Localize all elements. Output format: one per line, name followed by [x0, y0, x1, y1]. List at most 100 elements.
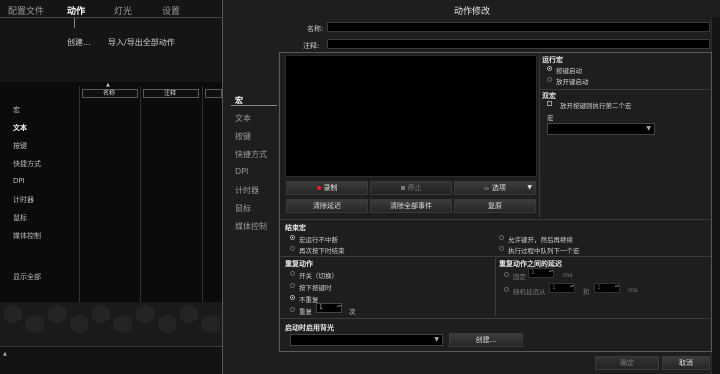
- second-macro-dropdown[interactable]: ▼: [547, 123, 655, 135]
- background-app: 配置文件 动作 灯光 设置 创建... 导入/导出全部动作 ▲ 名称 注释 宏 …: [0, 0, 222, 374]
- subnav-shortcut[interactable]: 快捷方式: [235, 149, 267, 160]
- options-icon: [484, 186, 489, 190]
- repeat-while-pressed-label: 按下按键时: [299, 284, 332, 292]
- column-divider: [140, 86, 141, 302]
- subnav-underline: [231, 105, 277, 106]
- category-timer[interactable]: 计时器: [13, 195, 34, 205]
- ok-button[interactable]: 确定: [595, 356, 659, 370]
- double-macro-checkbox-label: 放开按键则执行第二个宏: [560, 102, 632, 110]
- hex-background-pattern: [0, 302, 222, 346]
- run-on-press-radio[interactable]: [547, 66, 552, 71]
- random-delay-radio[interactable]: [504, 287, 509, 292]
- record-button-label: 录制: [323, 184, 338, 192]
- action-edit-dialog: 动作修改 名称: 注释: 宏 文本 按键 快捷方式 DPI 计时器 鼠标 媒体控…: [222, 0, 720, 374]
- run-on-press-label: 按键启动: [556, 67, 582, 75]
- repeat-toggle-radio[interactable]: [290, 271, 295, 276]
- end-macro-title: 结束宏: [285, 224, 306, 232]
- reset-button[interactable]: 复原: [454, 199, 536, 213]
- top-nav: 配置文件 动作 灯光 设置: [0, 0, 222, 18]
- fixed-delay-radio[interactable]: [504, 272, 509, 277]
- dropdown-chevron-icon: ▼: [527, 184, 532, 191]
- record-dot-icon: [316, 186, 321, 190]
- note-input[interactable]: [327, 39, 710, 49]
- category-shortcut[interactable]: 快捷方式: [13, 159, 41, 169]
- dropdown-chevron-icon: ▼: [646, 125, 651, 132]
- options-button-label: 选项: [492, 184, 506, 192]
- random-delay-label: 随机延迟从: [513, 288, 546, 296]
- end-allow-release-label: 允许键开，然后再继续: [508, 236, 573, 244]
- random-delay-from-stepper[interactable]: 1: [549, 283, 575, 293]
- tab-profiles[interactable]: 配置文件: [8, 4, 44, 17]
- record-button[interactable]: 录制: [286, 181, 368, 195]
- end-no-interrupt-label: 宏运行不中断: [299, 236, 338, 244]
- repeat-toggle-label: 开关（切换）: [299, 272, 338, 280]
- name-input[interactable]: [327, 22, 710, 32]
- repeat-count-stepper[interactable]: 1: [316, 303, 342, 313]
- run-on-release-label: 放开键启动: [556, 78, 589, 86]
- sort-arrow-icon: ▲: [106, 82, 110, 88]
- tab-actions[interactable]: 动作: [67, 4, 85, 17]
- subnav-media[interactable]: 媒体控制: [235, 221, 267, 232]
- startup-light-dropdown[interactable]: ▼: [290, 334, 443, 346]
- tab-indicator: [74, 18, 75, 28]
- double-macro-checkbox[interactable]: [547, 101, 552, 106]
- category-dpi[interactable]: DPI: [13, 177, 25, 185]
- options-button[interactable]: 选项 ▼: [454, 181, 536, 195]
- tab-settings[interactable]: 设置: [162, 4, 180, 17]
- subnav-key[interactable]: 按键: [235, 131, 251, 142]
- end-allow-release-radio[interactable]: [499, 235, 504, 240]
- left-footer: ▲: [0, 346, 222, 374]
- section-divider: [495, 258, 496, 316]
- run-on-release-radio[interactable]: [547, 77, 552, 82]
- stop-button-label: 停止: [407, 184, 422, 192]
- note-label: 注释:: [303, 42, 320, 50]
- section-divider: [539, 89, 711, 90]
- create-link[interactable]: 创建...: [67, 37, 91, 48]
- end-press-again-radio[interactable]: [290, 246, 295, 251]
- category-text[interactable]: 文本: [13, 123, 27, 133]
- macro-event-list[interactable]: [285, 55, 537, 177]
- repeat-count-label: 重复: [299, 308, 312, 316]
- section-divider: [280, 256, 711, 257]
- end-queue-next-label: 执行过程中队列下一个宏: [508, 247, 580, 255]
- import-export-link[interactable]: 导入/导出全部动作: [108, 37, 175, 48]
- category-key[interactable]: 按键: [13, 141, 27, 151]
- no-repeat-radio[interactable]: [290, 295, 295, 300]
- second-macro-label: 宏: [547, 114, 554, 122]
- end-queue-next-radio[interactable]: [499, 246, 504, 251]
- clear-delays-button[interactable]: 清除延迟: [286, 199, 368, 213]
- column-header-extra[interactable]: [205, 89, 222, 98]
- end-press-again-label: 再次按下时结束: [299, 247, 345, 255]
- cancel-button[interactable]: 取消: [662, 356, 710, 370]
- repeat-title: 重复动作: [285, 260, 313, 268]
- repeat-while-pressed-radio[interactable]: [290, 283, 295, 288]
- column-header-note[interactable]: 注释: [143, 89, 199, 98]
- category-media[interactable]: 媒体控制: [13, 231, 41, 241]
- stop-button[interactable]: 停止: [370, 181, 452, 195]
- category-mouse[interactable]: 鼠标: [13, 213, 27, 223]
- stop-square-icon: [400, 186, 405, 190]
- show-all-link[interactable]: 显示全部: [13, 272, 41, 282]
- subnav-text[interactable]: 文本: [235, 113, 251, 124]
- times-label: 次: [349, 308, 356, 316]
- panel-divider: [539, 54, 540, 218]
- column-divider: [202, 86, 203, 302]
- tab-lighting[interactable]: 灯光: [114, 4, 132, 17]
- subnav-mouse[interactable]: 鼠标: [235, 203, 251, 214]
- random-delay-and-label: 和: [583, 288, 590, 296]
- subnav-timer[interactable]: 计时器: [235, 185, 259, 196]
- column-header-name[interactable]: 名称: [82, 89, 138, 98]
- subnav-dpi[interactable]: DPI: [235, 167, 248, 176]
- create-lighting-button[interactable]: 创建...: [449, 333, 523, 347]
- repeat-count-radio[interactable]: [290, 307, 295, 312]
- random-delay-to-stepper[interactable]: 1: [594, 283, 620, 293]
- end-no-interrupt-radio[interactable]: [290, 235, 295, 240]
- dialog-scrollbar[interactable]: [711, 17, 720, 374]
- fixed-delay-stepper[interactable]: 1: [528, 268, 554, 278]
- category-macro[interactable]: 宏: [13, 105, 20, 115]
- dropdown-chevron-icon: ▼: [434, 336, 439, 343]
- collapse-arrow-icon[interactable]: ▲: [3, 351, 7, 357]
- clear-all-events-button[interactable]: 清除全部事件: [370, 199, 452, 213]
- action-list-panel: [0, 82, 222, 302]
- startup-light-title: 启动时启用背光: [285, 324, 334, 332]
